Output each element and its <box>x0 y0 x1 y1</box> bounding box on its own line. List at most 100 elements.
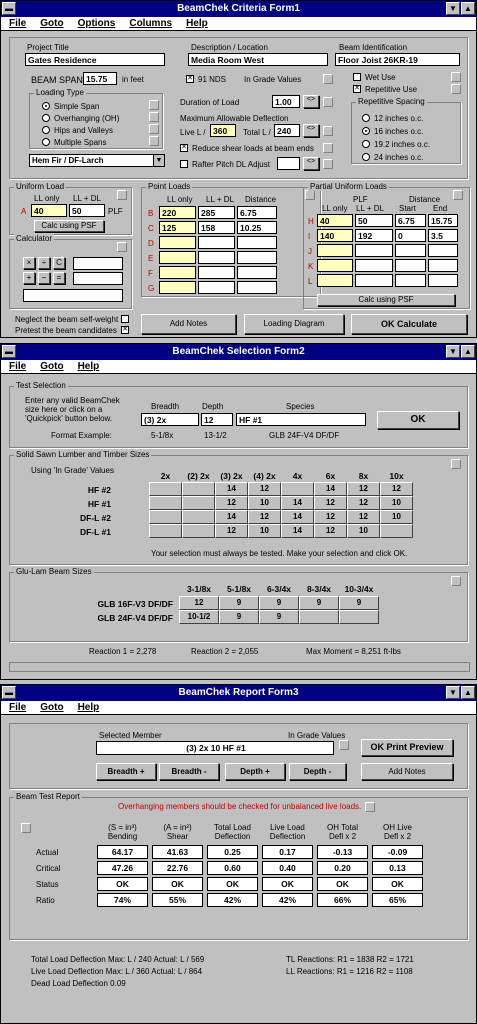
partial-load-input[interactable]: 0 <box>395 229 426 242</box>
point-load-input[interactable] <box>159 281 196 294</box>
breadth-plus-button[interactable]: Breadth + <box>96 763 156 780</box>
calc-operand-2[interactable] <box>73 272 123 285</box>
menu-help[interactable]: Help <box>78 702 100 713</box>
solid-sawn-help[interactable] <box>451 459 461 469</box>
point-load-input[interactable] <box>198 236 235 249</box>
quickpick-glulam-button[interactable]: 9 <box>259 596 299 610</box>
calc-operand-1[interactable] <box>73 257 123 270</box>
rafter-spin-button[interactable]: <> <box>303 157 319 170</box>
multiple-spans-help[interactable] <box>149 136 159 146</box>
menu-help[interactable]: Help <box>186 18 208 29</box>
grade-values-help[interactable] <box>339 740 349 750</box>
neglect-weight-checkbox[interactable] <box>121 315 129 323</box>
total-l-input[interactable]: 240 <box>274 124 300 137</box>
report-add-notes-button[interactable]: Add Notes <box>361 763 453 780</box>
quickpick-size-button[interactable]: 14 <box>314 482 347 496</box>
overhang-help[interactable] <box>365 802 375 812</box>
partial-load-input[interactable]: 6.75 <box>395 214 426 227</box>
calc-multiply-button[interactable]: × <box>23 257 35 269</box>
point-load-input[interactable] <box>237 266 277 279</box>
point-load-input[interactable] <box>159 236 196 249</box>
calc-minus-button[interactable]: − <box>38 272 50 284</box>
menu-goto[interactable]: Goto <box>40 18 63 29</box>
partial-load-input[interactable]: 50 <box>355 214 393 227</box>
partial-loads-help[interactable] <box>453 190 463 200</box>
hips-valleys-radio[interactable] <box>42 126 50 134</box>
quickpick-size-button[interactable]: 10 <box>248 524 281 538</box>
quickpick-size-button[interactable]: 12 <box>215 496 248 510</box>
point-load-input[interactable] <box>198 251 235 264</box>
menu-file[interactable]: File <box>9 361 26 372</box>
partial-load-input[interactable]: 140 <box>317 229 353 242</box>
minimize-icon[interactable]: ▼ <box>446 2 460 15</box>
repetitive-use-checkbox[interactable]: ✕ <box>353 85 361 93</box>
calc-clear-button[interactable]: C <box>53 257 65 269</box>
point-load-input[interactable]: 125 <box>159 221 196 234</box>
quickpick-size-button[interactable] <box>149 482 182 496</box>
rafter-pitch-input[interactable] <box>277 157 300 170</box>
uniform-load-help[interactable] <box>117 190 127 200</box>
quickpick-glulam-button[interactable] <box>339 610 379 624</box>
quickpick-size-button[interactable] <box>182 524 215 538</box>
menu-file[interactable]: File <box>9 18 26 29</box>
quickpick-size-button[interactable]: 12 <box>314 496 347 510</box>
quickpick-size-button[interactable] <box>182 510 215 524</box>
simple-span-radio[interactable] <box>42 102 50 110</box>
spacing-19-radio[interactable] <box>362 140 370 148</box>
quickpick-size-button[interactable]: 10 <box>248 496 281 510</box>
partial-load-input[interactable] <box>317 244 353 257</box>
calc-equals-button[interactable]: = <box>53 272 65 284</box>
quickpick-glulam-button[interactable]: 9 <box>339 596 379 610</box>
quickpick-size-button[interactable]: 12 <box>347 496 380 510</box>
wet-use-checkbox[interactable] <box>353 73 361 81</box>
repetitive-use-help-button[interactable] <box>451 84 461 94</box>
partial-load-input[interactable] <box>395 274 426 287</box>
grade-values-button[interactable] <box>323 74 333 84</box>
multiple-spans-radio[interactable] <box>42 138 50 146</box>
point-load-input[interactable]: 285 <box>198 206 235 219</box>
quickpick-size-button[interactable]: 12 <box>347 510 380 524</box>
point-load-input[interactable] <box>237 236 277 249</box>
wet-use-help-button[interactable] <box>451 72 461 82</box>
spacing-24-radio[interactable] <box>362 153 370 161</box>
project-title-input[interactable]: Gates Residence <box>25 53 165 66</box>
menu-help[interactable]: Help <box>78 361 100 372</box>
selection-ok-button[interactable]: OK <box>377 411 459 429</box>
point-load-input[interactable] <box>198 266 235 279</box>
quickpick-size-button[interactable]: 12 <box>380 482 413 496</box>
quickpick-size-button[interactable]: 12 <box>248 482 281 496</box>
quickpick-glulam-button[interactable]: 9 <box>259 610 299 624</box>
beam-span-input[interactable]: 15.75 <box>83 72 117 85</box>
ul-dl-input[interactable]: 50 <box>69 204 105 217</box>
partial-load-input[interactable] <box>428 244 458 257</box>
breadth-input[interactable]: (3) 2x <box>141 413 199 426</box>
quickpick-size-button[interactable]: 14 <box>215 510 248 524</box>
duration-spin-button[interactable]: <> <box>303 95 319 108</box>
menu-options[interactable]: Options <box>78 18 116 29</box>
partial-load-input[interactable] <box>395 244 426 257</box>
beam-id-input[interactable]: Floor Joist 26KR-19 <box>335 53 460 66</box>
quickpick-size-button[interactable]: 12 <box>215 524 248 538</box>
glulam-help[interactable] <box>451 576 461 586</box>
calc-divide-button[interactable]: ÷ <box>38 257 50 269</box>
quickpick-size-button[interactable]: 10 <box>347 524 380 538</box>
point-load-input[interactable] <box>237 281 277 294</box>
point-load-input[interactable]: 10.25 <box>237 221 277 234</box>
point-load-input[interactable] <box>237 251 277 264</box>
quickpick-size-button[interactable]: 12 <box>248 510 281 524</box>
quickpick-size-button[interactable]: 10 <box>380 510 413 524</box>
point-load-input[interactable] <box>159 251 196 264</box>
partial-load-input[interactable] <box>317 259 353 272</box>
quickpick-size-button[interactable]: 14 <box>281 496 314 510</box>
calculator-help[interactable] <box>117 242 127 252</box>
partial-load-input[interactable] <box>355 244 393 257</box>
partial-load-input[interactable] <box>355 274 393 287</box>
quickpick-size-button[interactable] <box>149 496 182 510</box>
menu-columns[interactable]: Columns <box>129 18 172 29</box>
quickpick-glulam-button[interactable]: 9 <box>219 610 259 624</box>
report-help[interactable] <box>21 823 31 833</box>
depth-plus-button[interactable]: Depth + <box>225 763 285 780</box>
partial-load-input[interactable]: 15.75 <box>428 214 458 227</box>
partial-load-input[interactable] <box>317 274 353 287</box>
maximize-icon[interactable]: ▲ <box>461 2 475 15</box>
